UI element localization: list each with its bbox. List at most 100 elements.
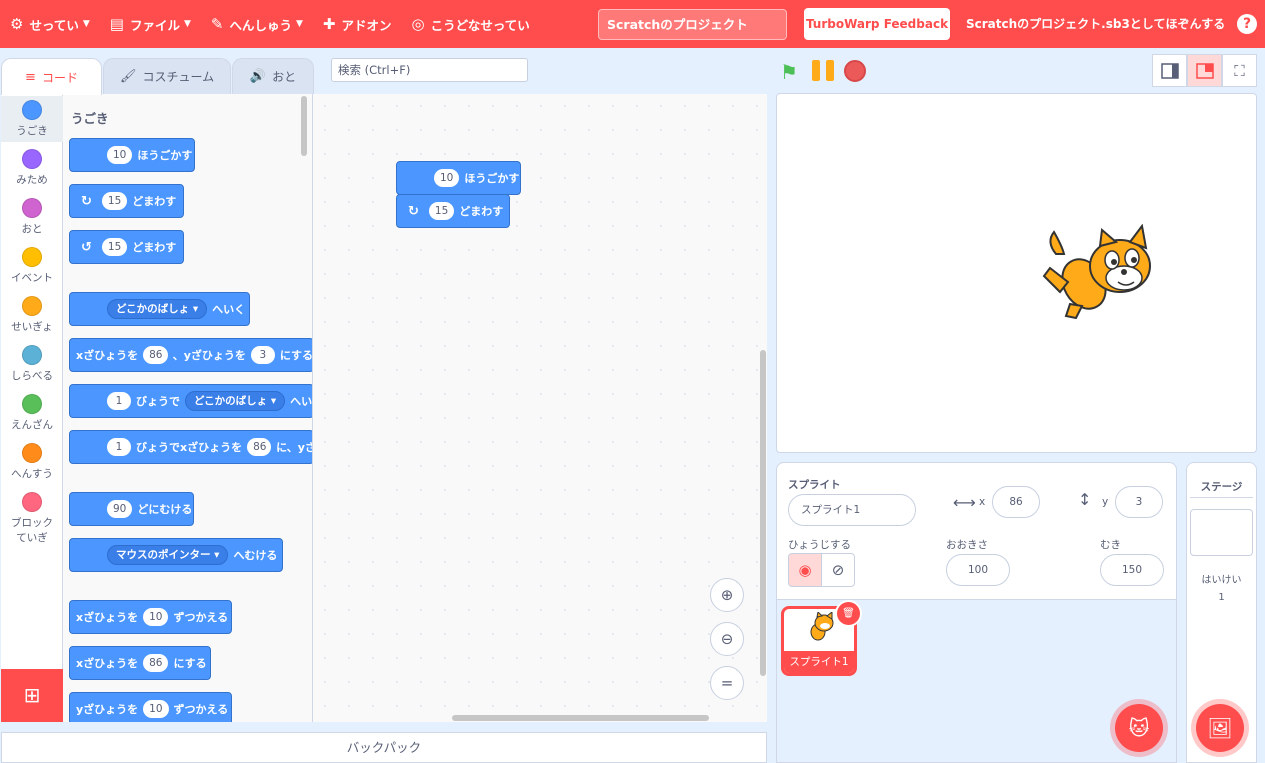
block-set-x[interactable]: xざひょうを 86 にする — [69, 646, 211, 680]
category-my-blocks[interactable]: ブロックていぎ — [1, 488, 63, 544]
palette-scrollbar[interactable] — [301, 96, 307, 156]
delete-sprite-button[interactable]: 🗑 — [835, 600, 862, 627]
cat-thumbnail-icon — [810, 612, 834, 641]
block-input[interactable]: 3 — [250, 346, 275, 364]
normal-stage-icon — [1195, 62, 1214, 79]
script-block-turn-right[interactable]: ↻ 15 どまわす — [396, 194, 510, 228]
block-input[interactable]: 10 — [107, 146, 133, 164]
block-change-x[interactable]: xざひょうを 10 ずつかえる — [69, 600, 232, 634]
settings-menu[interactable]: ⚙ せってい ▼ — [0, 0, 100, 48]
direction-label: むき — [1100, 539, 1121, 551]
direction-input[interactable]: 150 — [1100, 554, 1164, 586]
advanced-menu[interactable]: ◎ こうどなせってい — [402, 0, 540, 48]
block-turn-right[interactable]: ↻ 15 どまわす — [69, 184, 184, 218]
block-change-y[interactable]: yざひょうを 10 ずつかえる — [69, 692, 232, 722]
script-block-move-steps[interactable]: 10 ほうごかす — [396, 161, 521, 195]
show-sprite-button[interactable]: ◉ — [788, 553, 822, 587]
block-glide[interactable]: 1 びょうで どこかのばしょ ▾ へい — [69, 384, 312, 418]
block-input[interactable]: 15 — [101, 238, 128, 256]
category-variables[interactable]: へんすう — [1, 439, 63, 485]
y-label: y — [1102, 496, 1109, 508]
category-sensing[interactable]: しらべる — [1, 341, 63, 387]
operators-dot-icon — [22, 394, 42, 414]
zoom-out-button[interactable]: ⊖ — [710, 622, 744, 656]
stop-icon[interactable] — [844, 60, 866, 82]
x-input[interactable]: 86 — [992, 486, 1040, 518]
block-goto-xy[interactable]: xざひょうを 86 、yざひょうを 3 にする — [69, 338, 312, 372]
block-dropdown[interactable]: どこかのばしょ ▾ — [107, 299, 208, 319]
stage[interactable] — [776, 93, 1257, 453]
tab-sounds[interactable]: 🔊 おと — [232, 58, 314, 94]
category-motion[interactable]: うごき — [1, 96, 63, 142]
file-menu[interactable]: ▤ ファイル ▼ — [100, 0, 201, 48]
script-area[interactable] — [313, 94, 767, 722]
block-input[interactable]: 86 — [143, 346, 168, 364]
size-label: おおきさ — [946, 539, 988, 551]
block-dropdown[interactable]: マウスのポインター ▾ — [107, 545, 229, 565]
backpack[interactable]: バックパック — [1, 732, 767, 763]
block-point-direction[interactable]: 90 どにむける — [69, 492, 194, 526]
block-input[interactable]: 10 — [143, 608, 169, 626]
block-point-towards[interactable]: マウスのポインター ▾ へむける — [69, 538, 283, 572]
block-dropdown[interactable]: どこかのばしょ ▾ — [185, 391, 286, 411]
caret-down-icon: ▼ — [183, 19, 191, 29]
tab-costumes[interactable]: 🖌 コスチューム — [103, 58, 231, 94]
edit-menu[interactable]: ✎ へんしゅう ▼ — [201, 0, 313, 48]
block-input[interactable]: 1 — [107, 392, 131, 410]
hide-sprite-button[interactable]: ⊘ — [821, 553, 855, 587]
category-looks[interactable]: みため — [1, 145, 63, 191]
block-goto[interactable]: どこかのばしょ ▾ へいく — [69, 292, 250, 326]
small-stage-button[interactable] — [1152, 54, 1187, 87]
fullscreen-button[interactable]: ⛶ — [1222, 54, 1257, 87]
block-input[interactable]: 10 — [143, 700, 169, 718]
feedback-button[interactable]: TurboWarp Feedback — [804, 8, 950, 40]
block-input[interactable]: 15 — [428, 202, 455, 220]
block-input[interactable]: 15 — [101, 192, 128, 210]
category-sound[interactable]: おと — [1, 194, 63, 240]
sprite-name-input[interactable]: スプライト1 — [788, 494, 916, 526]
file-icon: ▤ — [109, 15, 124, 33]
stage-thumbnail[interactable] — [1190, 509, 1253, 556]
block-input[interactable]: 86 — [247, 438, 272, 456]
add-backdrop-button[interactable]: 🖼 — [1196, 704, 1244, 752]
palette-heading: うごき — [71, 111, 109, 126]
block-input[interactable]: 90 — [107, 500, 133, 518]
green-flag-icon[interactable]: ⚑ — [780, 60, 798, 84]
brush-icon: 🖌 — [119, 69, 137, 84]
y-input[interactable]: 3 — [1115, 486, 1163, 518]
block-input[interactable]: 86 — [143, 654, 169, 672]
size-input[interactable]: 100 — [946, 554, 1010, 586]
add-extension-button[interactable]: ⊞ — [1, 669, 63, 722]
block-palette: うごき 10 ほうごかす ↻ 15 どまわす ↺ 15 どまわす どこかのばしょ ▾ へいく… — [63, 94, 313, 722]
block-input[interactable]: 10 — [434, 169, 460, 187]
looks-dot-icon — [22, 149, 42, 169]
addons-menu[interactable]: ✚ アドオン — [313, 0, 402, 48]
fullscreen-icon: ⛶ — [1234, 61, 1245, 80]
script-horizontal-scrollbar[interactable] — [452, 715, 709, 721]
pause-icon[interactable] — [812, 60, 834, 81]
turbowarp-icon: ◎ — [411, 15, 425, 33]
category-control[interactable]: せいぎょ — [1, 292, 63, 338]
backdrop-add-icon: 🖼 — [1207, 716, 1233, 740]
help-icon[interactable]: ? — [1237, 14, 1257, 34]
block-glide-xy[interactable]: 1 びょうでxざひょうを 86 に、yざ — [69, 430, 312, 464]
category-events[interactable]: イベント — [1, 243, 63, 289]
zoom-reset-button[interactable]: = — [710, 666, 744, 700]
trash-icon: 🗑 — [842, 608, 855, 619]
category-operators[interactable]: えんざん — [1, 390, 63, 436]
x-label: x — [979, 496, 986, 508]
normal-stage-button[interactable] — [1187, 54, 1222, 87]
add-sprite-button[interactable]: 🐱 — [1115, 704, 1163, 752]
cat-sprite[interactable] — [1042, 224, 1154, 319]
save-button[interactable]: Scratchのプロジェクト.sb3としてほぞんする — [966, 0, 1225, 48]
block-input[interactable]: 1 — [107, 438, 131, 456]
block-move-steps[interactable]: 10 ほうごかす — [69, 138, 195, 172]
cat-add-icon: 🐱 — [1128, 716, 1150, 740]
search-input[interactable]: 検索 (Ctrl+F) — [331, 58, 528, 82]
gear-icon: ⚙ — [10, 15, 24, 33]
project-title-input[interactable]: Scratchのプロジェクト — [598, 9, 787, 40]
zoom-in-button[interactable]: ⊕ — [710, 578, 744, 612]
block-turn-left[interactable]: ↺ 15 どまわす — [69, 230, 184, 264]
tab-code[interactable]: ≡ コード — [1, 58, 102, 95]
script-vertical-scrollbar[interactable] — [760, 350, 766, 676]
